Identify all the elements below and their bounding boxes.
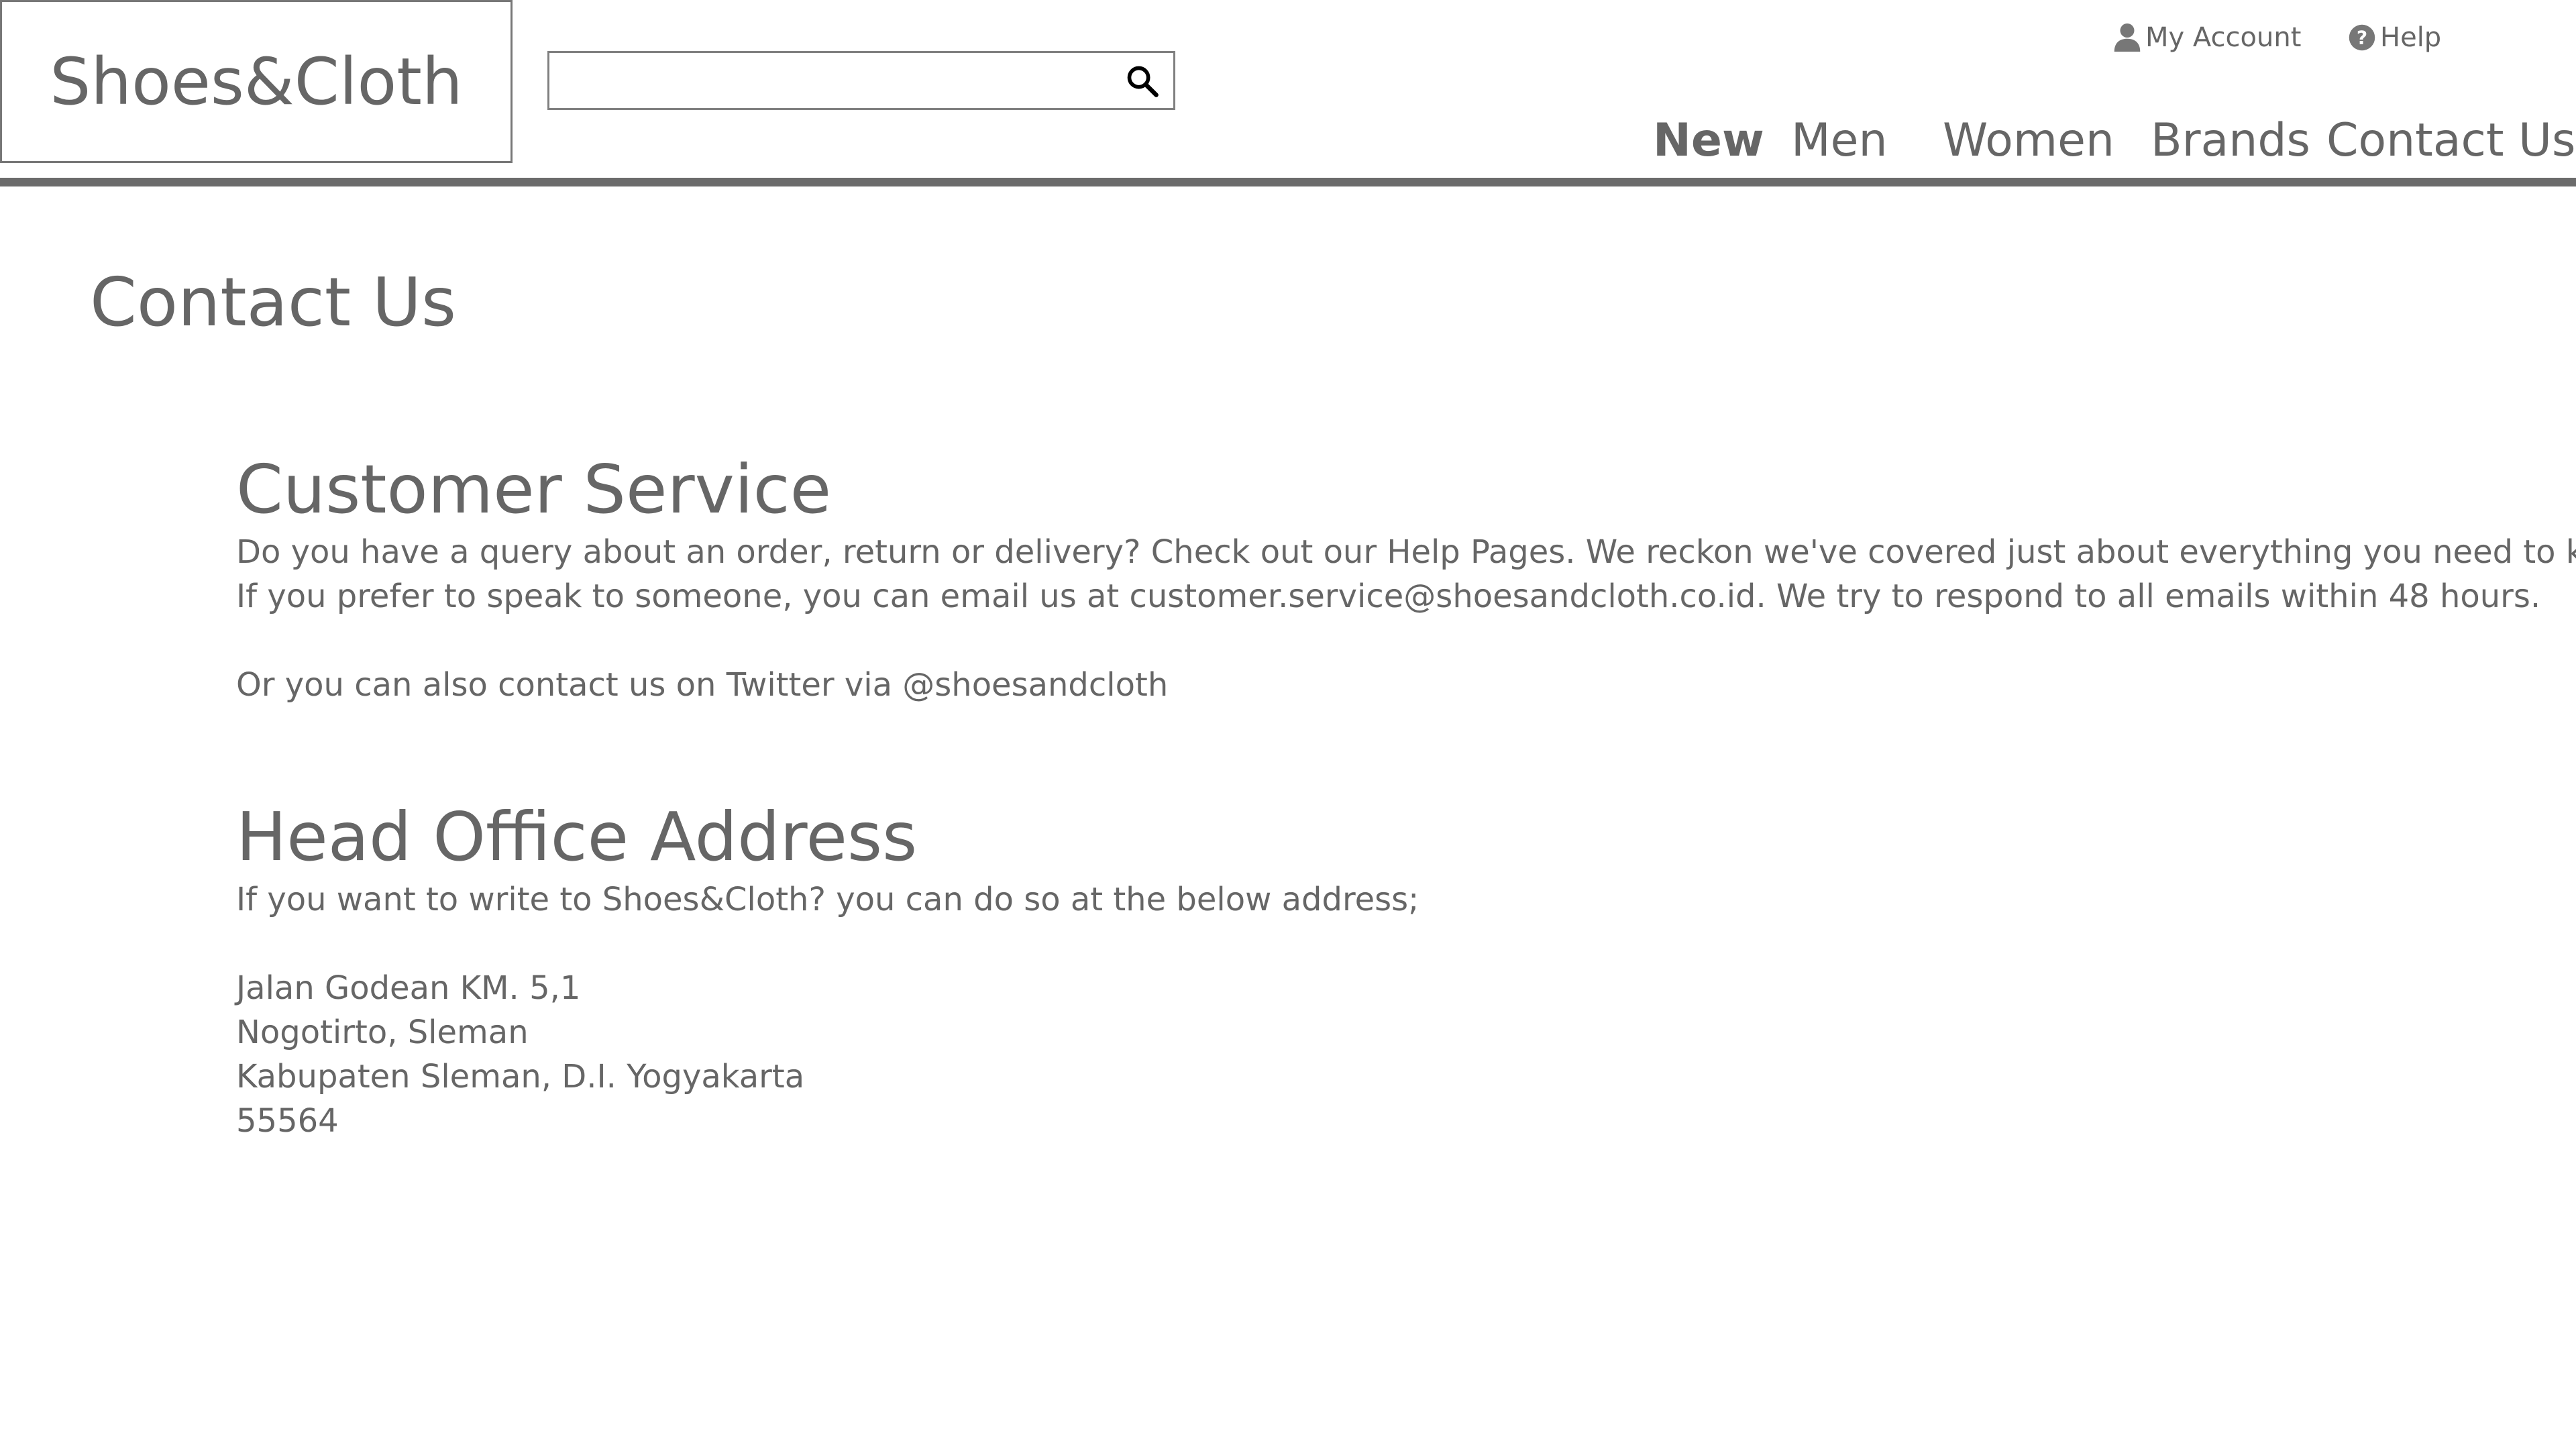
nav-item-brands[interactable]: Brands — [2151, 114, 2310, 167]
nav-item-new[interactable]: New — [1653, 114, 1764, 167]
my-account-link[interactable]: My Account — [2113, 17, 2301, 58]
site-logo[interactable]: Shoes&Cloth — [0, 0, 513, 163]
head-office-intro: If you want to write to Shoes&Cloth? you… — [236, 881, 1419, 918]
customer-service-line-2: If you prefer to speak to someone, you c… — [236, 578, 2541, 615]
user-icon — [2114, 23, 2141, 52]
logo-text: Shoes&Cloth — [50, 44, 463, 119]
address-line-3: Kabupaten Sleman, D.I. Yogyakarta — [236, 1058, 805, 1095]
help-link[interactable]: ? Help — [2348, 17, 2441, 58]
page: Shoes&Cloth My Account ? Help New Men Wo… — [0, 0, 2576, 1449]
my-account-label: My Account — [2145, 22, 2302, 53]
svg-text:?: ? — [2357, 27, 2367, 49]
help-circle-icon: ? — [2349, 24, 2375, 51]
address-line-1: Jalan Godean KM. 5,1 — [236, 969, 581, 1007]
help-label: Help — [2380, 22, 2442, 53]
customer-service-twitter-line: Or you can also contact us on Twitter vi… — [236, 666, 1169, 704]
search-bar — [547, 51, 1175, 110]
address-line-2: Nogotirto, Sleman — [236, 1014, 529, 1051]
search-input[interactable] — [549, 53, 1099, 108]
page-title: Contact Us — [90, 263, 457, 341]
header-divider — [0, 178, 2576, 186]
customer-service-line-1: Do you have a query about an order, retu… — [236, 533, 2576, 571]
nav-item-contact-us[interactable]: Contact Us — [2326, 114, 2575, 167]
customer-service-section: Customer Service Do you have a query abo… — [236, 449, 2576, 707]
customer-service-heading: Customer Service — [236, 450, 832, 529]
nav-item-women[interactable]: Women — [1943, 114, 2114, 167]
nav-item-men[interactable]: Men — [1791, 114, 1888, 167]
address-postcode: 55564 — [236, 1102, 339, 1140]
head-office-heading: Head Office Address — [236, 798, 918, 876]
search-icon[interactable] — [1125, 64, 1160, 99]
head-office-section: Head Office Address If you want to write… — [236, 797, 2517, 1143]
